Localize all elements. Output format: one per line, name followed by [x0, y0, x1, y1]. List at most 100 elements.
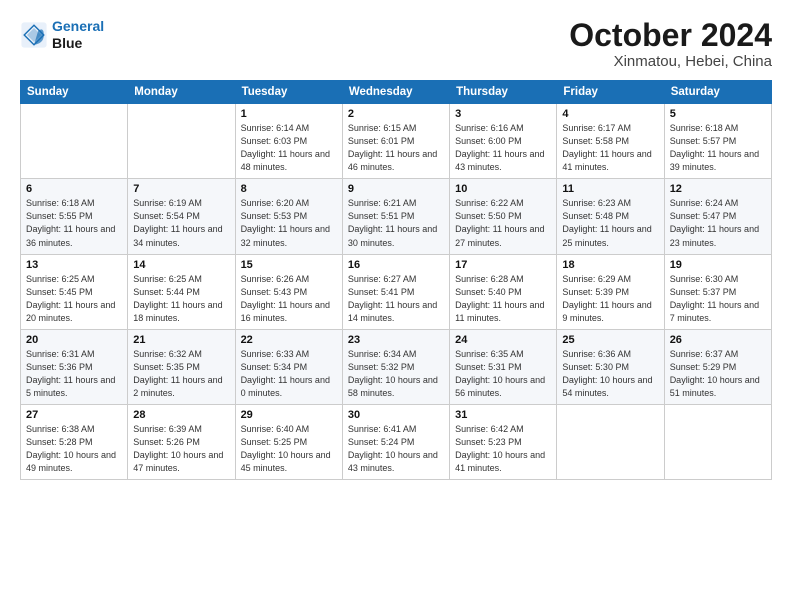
day-info: Sunrise: 6:31 AMSunset: 5:36 PMDaylight:… — [26, 348, 122, 400]
day-number: 3 — [455, 108, 551, 120]
day-info: Sunrise: 6:42 AMSunset: 5:23 PMDaylight:… — [455, 423, 551, 475]
calendar-cell: 16Sunrise: 6:27 AMSunset: 5:41 PMDayligh… — [342, 254, 449, 329]
day-number: 28 — [133, 409, 229, 421]
day-number: 5 — [670, 108, 766, 120]
calendar-week-row: 13 Sunrise: 6:25 AMSunset: 5:45 PMDayligh… — [21, 254, 772, 329]
day-number: 13 — [26, 259, 122, 271]
day-number: 27 — [26, 409, 122, 421]
day-number: 22 — [241, 334, 337, 346]
weekday-header: Thursday — [450, 81, 557, 104]
day-number: 17 — [455, 259, 551, 271]
day-number: 30 — [348, 409, 444, 421]
day-info: Sunrise: 6:21 AMSunset: 5:51 PMDaylight:… — [348, 197, 444, 249]
weekday-header: Tuesday — [235, 81, 342, 104]
logo-icon — [20, 21, 48, 49]
day-info: Sunrise: 6:25 AMSunset: 5:45 PMDaylight:… — [26, 273, 122, 325]
calendar-cell: 9 Sunrise: 6:21 AMSunset: 5:51 PMDaylight… — [342, 179, 449, 254]
day-info: Sunrise: 6:39 AMSunset: 5:26 PMDaylight:… — [133, 423, 229, 475]
day-number: 14 — [133, 259, 229, 271]
title-block: October 2024 Xinmatou, Hebei, China — [569, 18, 772, 70]
day-number: 9 — [348, 183, 444, 195]
day-info: Sunrise: 6:14 AMSunset: 6:03 PMDaylight:… — [241, 122, 337, 174]
calendar-cell: 20 Sunrise: 6:31 AMSunset: 5:36 PMDayligh… — [21, 329, 128, 404]
calendar-cell — [128, 104, 235, 179]
calendar-week-row: 27 Sunrise: 6:38 AMSunset: 5:28 PMDayligh… — [21, 404, 772, 479]
day-number: 7 — [133, 183, 229, 195]
weekday-header-row: SundayMondayTuesdayWednesdayThursdayFrid… — [21, 81, 772, 104]
day-info: Sunrise: 6:29 AMSunset: 5:39 PMDaylight:… — [562, 273, 658, 325]
calendar-week-row: 6Sunrise: 6:18 AMSunset: 5:55 PMDaylight… — [21, 179, 772, 254]
calendar-cell: 24Sunrise: 6:35 AMSunset: 5:31 PMDayligh… — [450, 329, 557, 404]
calendar-cell: 1 Sunrise: 6:14 AMSunset: 6:03 PMDaylight… — [235, 104, 342, 179]
logo-text: General Blue — [52, 18, 104, 52]
calendar-cell: 30 Sunrise: 6:41 AMSunset: 5:24 PMDayligh… — [342, 404, 449, 479]
day-info: Sunrise: 6:28 AMSunset: 5:40 PMDaylight:… — [455, 273, 551, 325]
day-info: Sunrise: 6:23 AMSunset: 5:48 PMDaylight:… — [562, 197, 658, 249]
day-number: 6 — [26, 183, 122, 195]
day-number: 29 — [241, 409, 337, 421]
calendar-cell: 3 Sunrise: 6:16 AMSunset: 6:00 PMDaylight… — [450, 104, 557, 179]
page: General Blue October 2024 Xinmatou, Hebe… — [0, 0, 792, 612]
day-number: 2 — [348, 108, 444, 120]
calendar-cell: 23Sunrise: 6:34 AMSunset: 5:32 PMDayligh… — [342, 329, 449, 404]
day-info: Sunrise: 6:30 AMSunset: 5:37 PMDaylight:… — [670, 273, 766, 325]
calendar-cell: 2 Sunrise: 6:15 AMSunset: 6:01 PMDaylight… — [342, 104, 449, 179]
calendar-cell: 8 Sunrise: 6:20 AMSunset: 5:53 PMDaylight… — [235, 179, 342, 254]
day-info: Sunrise: 6:38 AMSunset: 5:28 PMDaylight:… — [26, 423, 122, 475]
day-number: 16 — [348, 259, 444, 271]
day-info: Sunrise: 6:22 AMSunset: 5:50 PMDaylight:… — [455, 197, 551, 249]
calendar-cell: 15Sunrise: 6:26 AMSunset: 5:43 PMDayligh… — [235, 254, 342, 329]
calendar-cell: 12 Sunrise: 6:24 AMSunset: 5:47 PMDayligh… — [664, 179, 771, 254]
calendar-cell: 10 Sunrise: 6:22 AMSunset: 5:50 PMDayligh… — [450, 179, 557, 254]
calendar-week-row: 20 Sunrise: 6:31 AMSunset: 5:36 PMDayligh… — [21, 329, 772, 404]
calendar-cell: 26 Sunrise: 6:37 AMSunset: 5:29 PMDayligh… — [664, 329, 771, 404]
day-info: Sunrise: 6:36 AMSunset: 5:30 PMDaylight:… — [562, 348, 658, 400]
calendar-cell: 11Sunrise: 6:23 AMSunset: 5:48 PMDayligh… — [557, 179, 664, 254]
day-info: Sunrise: 6:41 AMSunset: 5:24 PMDaylight:… — [348, 423, 444, 475]
day-info: Sunrise: 6:35 AMSunset: 5:31 PMDaylight:… — [455, 348, 551, 400]
day-info: Sunrise: 6:18 AMSunset: 5:57 PMDaylight:… — [670, 122, 766, 174]
day-number: 25 — [562, 334, 658, 346]
logo-line2: Blue — [52, 35, 104, 52]
day-info: Sunrise: 6:20 AMSunset: 5:53 PMDaylight:… — [241, 197, 337, 249]
day-info: Sunrise: 6:33 AMSunset: 5:34 PMDaylight:… — [241, 348, 337, 400]
day-info: Sunrise: 6:37 AMSunset: 5:29 PMDaylight:… — [670, 348, 766, 400]
calendar-cell: 19 Sunrise: 6:30 AMSunset: 5:37 PMDayligh… — [664, 254, 771, 329]
logo-line1: General — [52, 18, 104, 34]
calendar-cell: 28 Sunrise: 6:39 AMSunset: 5:26 PMDayligh… — [128, 404, 235, 479]
day-number: 18 — [562, 259, 658, 271]
calendar-cell: 14 Sunrise: 6:25 AMSunset: 5:44 PMDayligh… — [128, 254, 235, 329]
calendar-cell: 29 Sunrise: 6:40 AMSunset: 5:25 PMDayligh… — [235, 404, 342, 479]
day-info: Sunrise: 6:40 AMSunset: 5:25 PMDaylight:… — [241, 423, 337, 475]
day-info: Sunrise: 6:24 AMSunset: 5:47 PMDaylight:… — [670, 197, 766, 249]
calendar-cell: 27 Sunrise: 6:38 AMSunset: 5:28 PMDayligh… — [21, 404, 128, 479]
day-number: 1 — [241, 108, 337, 120]
calendar-table: SundayMondayTuesdayWednesdayThursdayFrid… — [20, 80, 772, 480]
day-info: Sunrise: 6:15 AMSunset: 6:01 PMDaylight:… — [348, 122, 444, 174]
day-number: 21 — [133, 334, 229, 346]
calendar-title: October 2024 — [569, 18, 772, 53]
weekday-header: Friday — [557, 81, 664, 104]
calendar-cell — [557, 404, 664, 479]
day-number: 20 — [26, 334, 122, 346]
calendar-cell: 17 Sunrise: 6:28 AMSunset: 5:40 PMDayligh… — [450, 254, 557, 329]
weekday-header: Sunday — [21, 81, 128, 104]
day-number: 12 — [670, 183, 766, 195]
day-info: Sunrise: 6:25 AMSunset: 5:44 PMDaylight:… — [133, 273, 229, 325]
calendar-cell: 6Sunrise: 6:18 AMSunset: 5:55 PMDaylight… — [21, 179, 128, 254]
day-number: 10 — [455, 183, 551, 195]
day-number: 8 — [241, 183, 337, 195]
calendar-cell: 21 Sunrise: 6:32 AMSunset: 5:35 PMDayligh… — [128, 329, 235, 404]
calendar-cell: 31Sunrise: 6:42 AMSunset: 5:23 PMDayligh… — [450, 404, 557, 479]
calendar-subtitle: Xinmatou, Hebei, China — [569, 53, 772, 70]
day-number: 26 — [670, 334, 766, 346]
day-number: 15 — [241, 259, 337, 271]
day-info: Sunrise: 6:16 AMSunset: 6:00 PMDaylight:… — [455, 122, 551, 174]
weekday-header: Monday — [128, 81, 235, 104]
calendar-cell: 7Sunrise: 6:19 AMSunset: 5:54 PMDaylight… — [128, 179, 235, 254]
calendar-cell: 25 Sunrise: 6:36 AMSunset: 5:30 PMDayligh… — [557, 329, 664, 404]
calendar-cell: 18 Sunrise: 6:29 AMSunset: 5:39 PMDayligh… — [557, 254, 664, 329]
day-number: 19 — [670, 259, 766, 271]
day-info: Sunrise: 6:32 AMSunset: 5:35 PMDaylight:… — [133, 348, 229, 400]
day-info: Sunrise: 6:17 AMSunset: 5:58 PMDaylight:… — [562, 122, 658, 174]
